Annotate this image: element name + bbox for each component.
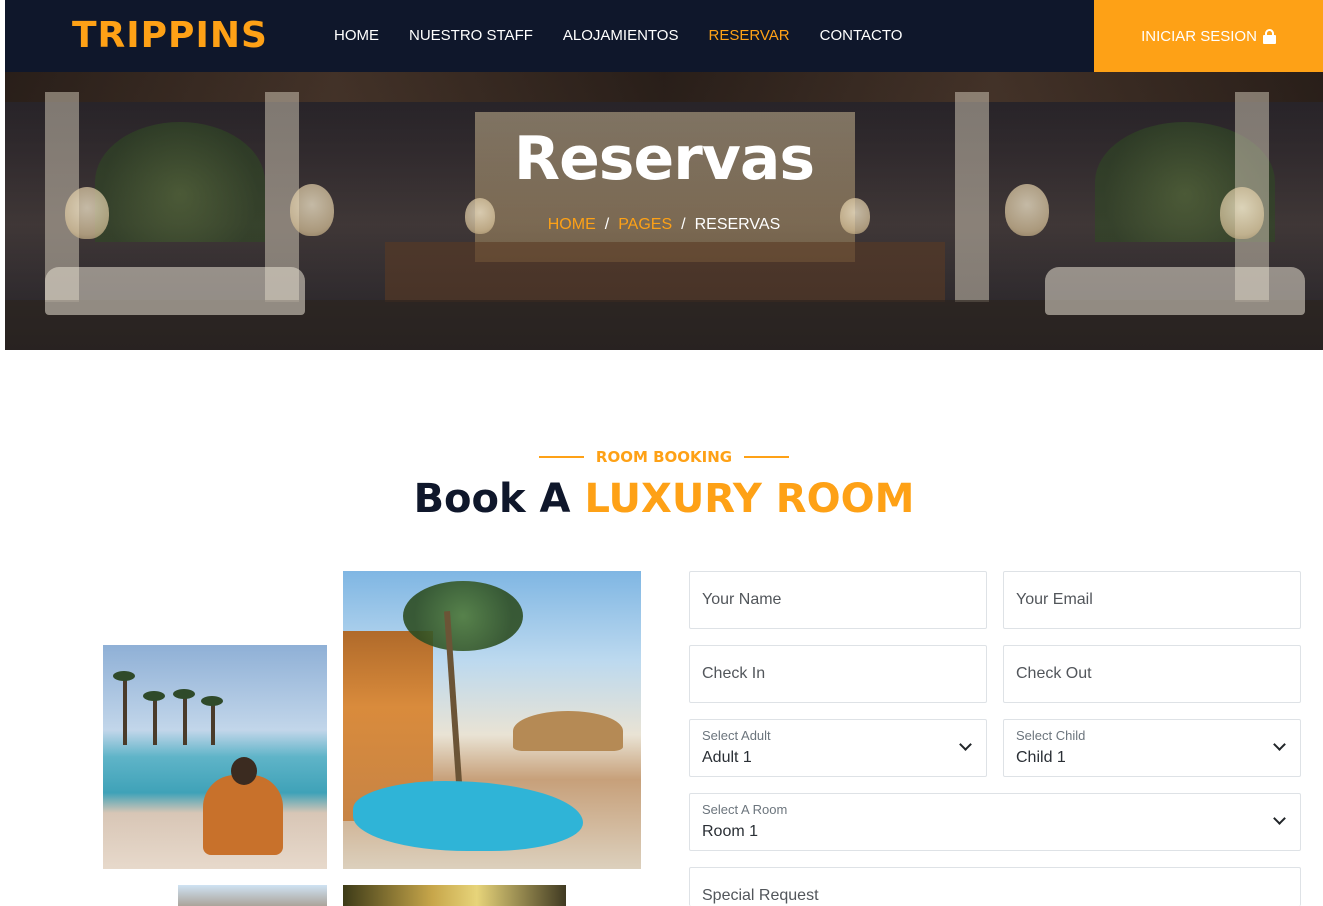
login-button[interactable]: INICIAR SESION xyxy=(1094,0,1323,72)
section-subtitle: ROOM BOOKING xyxy=(5,448,1323,466)
gallery-image-resort-pool xyxy=(343,571,641,869)
checkout-input-placeholder: Check Out xyxy=(1016,665,1092,682)
section-title-prefix: Book A xyxy=(413,476,571,522)
special-request-textarea[interactable]: Special Request xyxy=(689,867,1301,906)
navbar: TRIPPINS HOME NUESTRO STAFF ALOJAMIENTOS… xyxy=(5,0,1323,72)
adult-select-value: Adult 1 xyxy=(702,749,752,766)
hero-sofa xyxy=(45,267,305,315)
breadcrumb-current: RESERVAS xyxy=(694,216,781,233)
email-input-placeholder: Your Email xyxy=(1016,591,1093,608)
adult-select[interactable]: Select Adult Adult 1 xyxy=(689,719,987,777)
chevron-down-icon xyxy=(959,738,972,751)
breadcrumb-separator: / xyxy=(604,216,610,233)
page: TRIPPINS HOME NUESTRO STAFF ALOJAMIENTOS… xyxy=(5,0,1323,906)
name-input[interactable]: Your Name xyxy=(689,571,987,629)
lock-icon xyxy=(1262,28,1276,44)
hero-sofa xyxy=(1045,267,1305,315)
nav-item-contacto[interactable]: CONTACTO xyxy=(820,0,903,72)
section-title-accent: LUXURY ROOM xyxy=(584,476,915,522)
room-select[interactable]: Select A Room Room 1 xyxy=(689,793,1301,851)
name-input-placeholder: Your Name xyxy=(702,591,782,608)
breadcrumb: HOME / PAGES / RESERVAS xyxy=(5,216,1323,234)
nav-item-home[interactable]: HOME xyxy=(334,0,379,72)
page-title: Reservas xyxy=(513,124,815,194)
brand-logo[interactable]: TRIPPINS xyxy=(72,14,268,58)
child-select-value: Child 1 xyxy=(1016,749,1066,766)
child-select-label: Select Child xyxy=(1016,728,1086,743)
gallery-image-beach-pool xyxy=(103,645,327,869)
breadcrumb-separator: / xyxy=(681,216,686,233)
chevron-down-icon xyxy=(1273,738,1286,751)
checkout-input[interactable]: Check Out xyxy=(1003,645,1301,703)
checkin-input[interactable]: Check In xyxy=(689,645,987,703)
section-title: Book A LUXURY ROOM xyxy=(5,474,1323,524)
section-subtitle-text: ROOM BOOKING xyxy=(595,448,733,466)
checkin-input-placeholder: Check In xyxy=(702,665,766,682)
nav-item-nuestro-staff[interactable]: NUESTRO STAFF xyxy=(409,0,533,72)
breadcrumb-home[interactable]: HOME xyxy=(548,216,596,234)
subtitle-line-left xyxy=(538,456,584,458)
room-select-label: Select A Room xyxy=(702,802,788,817)
gallery-image-interior xyxy=(343,885,566,906)
nav-item-alojamientos[interactable]: ALOJAMIENTOS xyxy=(563,0,679,72)
gallery-image-building xyxy=(178,885,327,906)
adult-select-label: Select Adult xyxy=(702,728,771,743)
chevron-down-icon xyxy=(1273,812,1286,825)
room-select-value: Room 1 xyxy=(702,823,759,840)
login-button-label: INICIAR SESION xyxy=(1141,27,1257,45)
nav-item-reservar[interactable]: RESERVAR xyxy=(708,0,789,72)
breadcrumb-pages[interactable]: PAGES xyxy=(618,216,672,234)
subtitle-line-right xyxy=(744,456,790,458)
hero-ceiling xyxy=(5,72,1323,102)
special-request-placeholder: Special Request xyxy=(702,887,819,904)
main-nav: HOME NUESTRO STAFF ALOJAMIENTOS RESERVAR… xyxy=(334,0,932,72)
hero-banner: Reservas HOME / PAGES / RESERVAS xyxy=(5,72,1323,350)
hero-desk xyxy=(385,242,945,302)
email-input[interactable]: Your Email xyxy=(1003,571,1301,629)
child-select[interactable]: Select Child Child 1 xyxy=(1003,719,1301,777)
